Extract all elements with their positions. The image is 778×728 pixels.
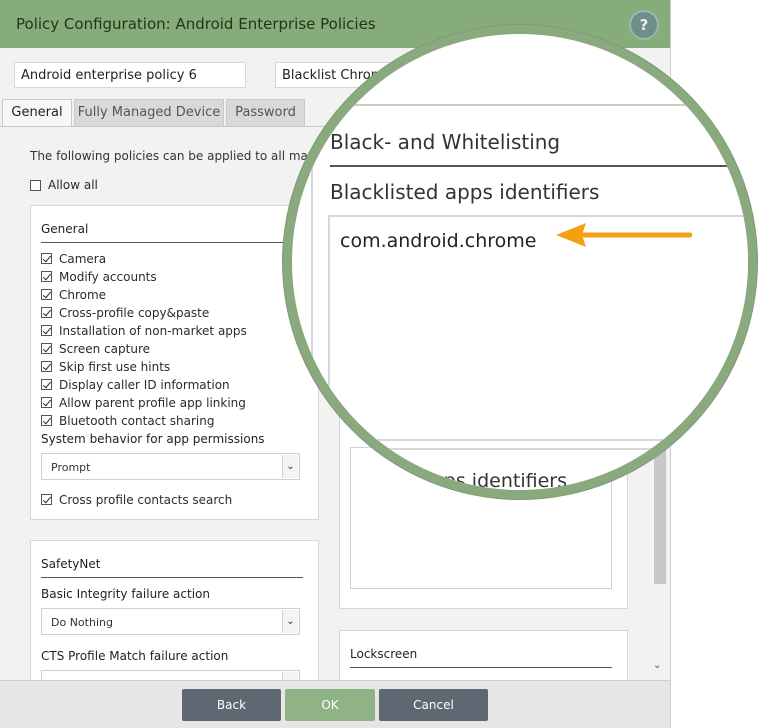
cross-profile-contacts-label: Cross profile contacts search xyxy=(59,493,233,507)
checklist-item-label: Display caller ID information xyxy=(59,378,230,392)
checklist-item[interactable]: Cross-profile copy&paste xyxy=(41,305,247,323)
policy-name-input[interactable]: Android enterprise policy 6 xyxy=(14,62,246,88)
chevron-down-icon[interactable]: ⌄ xyxy=(282,610,298,633)
checkbox-checked-icon[interactable] xyxy=(41,397,52,408)
checklist-item-label: Skip first use hints xyxy=(59,360,171,374)
allow-all-label: Allow all xyxy=(48,178,98,192)
safetynet-rule xyxy=(41,577,303,578)
checklist-item[interactable]: Bluetooth contact sharing xyxy=(41,413,247,431)
magnified-section-heading: Black- and Whitelisting xyxy=(330,130,561,154)
checklist-item-label: Modify accounts xyxy=(59,270,157,284)
permissions-select[interactable]: Prompt ⌄ xyxy=(41,453,300,480)
checkbox-checked-icon[interactable] xyxy=(41,289,52,300)
tab-general[interactable]: General xyxy=(2,99,72,127)
checklist-item-label: Screen capture xyxy=(59,342,151,356)
checklist-item[interactable]: Modify accounts xyxy=(41,269,247,287)
cancel-button[interactable]: Cancel xyxy=(379,689,488,721)
general-panel-heading: General xyxy=(41,222,89,236)
checklist-item[interactable]: Display caller ID information xyxy=(41,377,247,395)
checkbox-checked-icon[interactable] xyxy=(41,307,52,318)
magnifier-callout: Black- and Whitelisting Blacklisted apps… xyxy=(283,25,757,499)
general-panel-rule xyxy=(41,242,303,243)
allow-all-checkbox[interactable]: Allow all xyxy=(30,178,98,192)
checkbox-icon[interactable] xyxy=(30,180,41,191)
checklist-item[interactable]: Skip first use hints xyxy=(41,359,247,377)
checkbox-checked-icon[interactable] xyxy=(41,361,52,372)
checklist-item[interactable]: Screen capture xyxy=(41,341,247,359)
checklist-item-label: Allow parent profile app linking xyxy=(59,396,246,410)
checkbox-checked-icon[interactable] xyxy=(41,494,52,505)
orange-arrow-icon xyxy=(556,223,692,247)
lockscreen-rule xyxy=(350,667,612,668)
checklist-item[interactable]: Chrome xyxy=(41,287,247,305)
checklist-item[interactable]: Camera xyxy=(41,251,247,269)
magnified-section-rule xyxy=(330,165,748,167)
checklist-item-label: Bluetooth contact sharing xyxy=(59,414,215,428)
general-checklist: Camera Modify accounts Chrome Cross-prof… xyxy=(41,251,247,431)
permissions-select-value: Prompt xyxy=(51,461,91,474)
basic-integrity-value: Do Nothing xyxy=(51,616,113,629)
tab-fully-managed-device[interactable]: Fully Managed Device xyxy=(74,99,224,126)
checkbox-checked-icon[interactable] xyxy=(41,271,52,282)
magnifier-content: Black- and Whitelisting Blacklisted apps… xyxy=(292,34,748,492)
lockscreen-heading: Lockscreen xyxy=(350,647,418,661)
permissions-label: System behavior for app permissions xyxy=(41,432,265,446)
checkbox-checked-icon[interactable] xyxy=(41,415,52,426)
scroll-down-icon[interactable]: ⌄ xyxy=(653,660,661,671)
intro-text: The following policies can be applied to… xyxy=(30,149,316,163)
magnified-panel-border-left xyxy=(311,104,313,490)
ok-button[interactable]: OK xyxy=(285,689,375,721)
checkbox-checked-icon[interactable] xyxy=(41,343,52,354)
checkbox-checked-icon[interactable] xyxy=(41,379,52,390)
checklist-item-label: Camera xyxy=(59,252,107,266)
checkbox-checked-icon[interactable] xyxy=(41,325,52,336)
cts-profile-label: CTS Profile Match failure action xyxy=(41,649,229,663)
checklist-item[interactable]: Installation of non-market apps xyxy=(41,323,247,341)
basic-integrity-label: Basic Integrity failure action xyxy=(41,587,210,601)
checklist-item[interactable]: Allow parent profile app linking xyxy=(41,395,247,413)
magnified-panel-border xyxy=(312,104,748,106)
checklist-item-label: Chrome xyxy=(59,288,107,302)
checkbox-checked-icon[interactable] xyxy=(41,253,52,264)
basic-integrity-select[interactable]: Do Nothing ⌄ xyxy=(41,608,300,635)
checklist-item-label: Cross-profile copy&paste xyxy=(59,306,210,320)
cross-profile-contacts-checkbox[interactable]: Cross profile contacts search xyxy=(41,493,232,507)
dialog-title: Policy Configuration: Android Enterprise… xyxy=(16,15,376,33)
checklist-item-label: Installation of non-market apps xyxy=(59,324,247,338)
blacklisted-app-value: com.android.chrome xyxy=(340,230,537,252)
safetynet-heading: SafetyNet xyxy=(41,557,101,571)
magnified-whitelist-label: d apps identifiers xyxy=(402,470,567,492)
back-button[interactable]: Back xyxy=(182,689,281,721)
magnified-blacklist-label: Blacklisted apps identifiers xyxy=(330,180,600,204)
